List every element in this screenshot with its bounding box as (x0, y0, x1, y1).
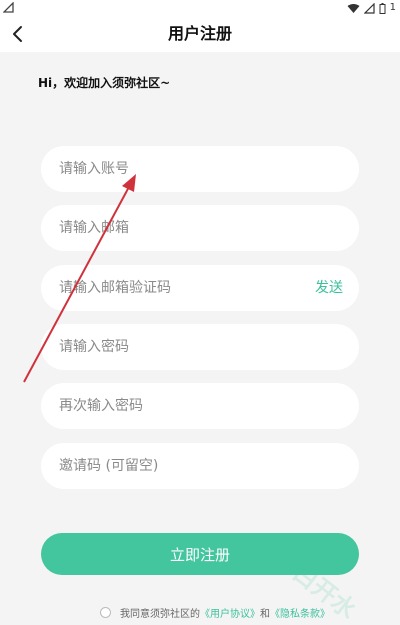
welcome-text: Hi，欢迎加入须弥社区~ (38, 76, 171, 90)
password-confirm-input[interactable] (59, 383, 289, 429)
status-bar: 1 (0, 0, 400, 16)
wifi-icon (347, 3, 360, 13)
account-field-wrapper (41, 146, 359, 192)
header: 用户注册 (0, 16, 400, 52)
password-input[interactable] (59, 324, 289, 370)
invite-field-wrapper (41, 443, 359, 489)
register-button[interactable]: 立即注册 (41, 533, 359, 575)
battery-number: 1 (389, 2, 396, 13)
email-field-wrapper (41, 205, 359, 251)
account-input[interactable] (59, 146, 289, 192)
page-title: 用户注册 (167, 24, 232, 43)
register-form: Hi，欢迎加入须弥社区~ 发送 立即注册 我同意须弥社区的 《用户协议》 和 《… (0, 52, 400, 625)
send-code-button[interactable]: 发送 (315, 265, 343, 311)
invite-code-input[interactable] (59, 443, 289, 489)
agree-checkbox[interactable] (100, 606, 111, 618)
privacy-policy-link[interactable]: 《隐私条款》 (270, 605, 330, 620)
agreement-and: 和 (260, 608, 270, 620)
password-confirm-field-wrapper (41, 383, 359, 429)
sim-icon (3, 2, 14, 13)
email-code-field-wrapper: 发送 (41, 265, 359, 311)
agreement-prefix: 我同意须弥社区的 (120, 608, 200, 620)
agreement-row: 我同意须弥社区的 《用户协议》 和 《隐私条款》 (100, 605, 330, 620)
email-input[interactable] (59, 205, 289, 251)
signal-icon (363, 2, 375, 14)
password-field-wrapper (41, 324, 359, 370)
battery-icon (379, 2, 386, 14)
user-agreement-link[interactable]: 《用户协议》 (200, 605, 260, 620)
email-code-input[interactable] (59, 265, 289, 311)
status-right: 1 (347, 2, 396, 14)
